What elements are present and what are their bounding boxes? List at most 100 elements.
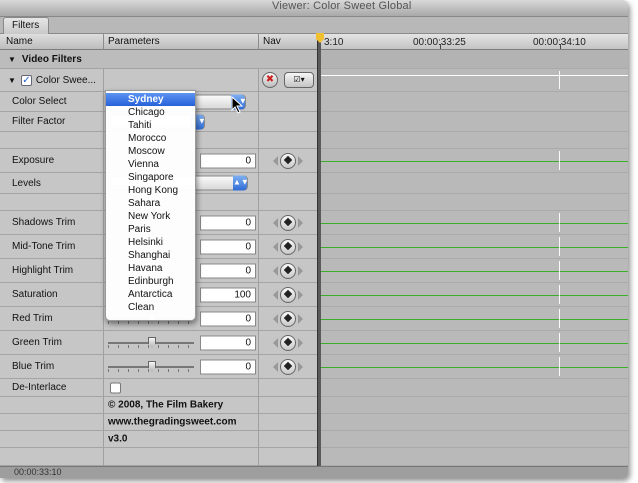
param-label: Red Trim [0,307,104,330]
menu-item-tahiti[interactable]: Tahiti [106,119,195,132]
timeline-track-midtone [320,235,628,259]
keyframe-button[interactable] [273,262,303,279]
timeline-track [320,194,628,211]
highlight-trim-value-field[interactable]: 0 [200,263,256,278]
menu-item-moscow[interactable]: Moscow [106,145,195,158]
green-trim-slider[interactable] [108,336,194,349]
keyframe-button[interactable] [273,334,303,351]
section-video-filters[interactable]: ▼ Video Filters [0,50,320,69]
menu-item-new-york[interactable]: New York [106,210,195,223]
reset-icon[interactable]: ✖ [262,72,278,88]
timeline-track-red [320,307,628,331]
filter-menu-icon[interactable]: ☑▾ [284,72,314,88]
prev-keyframe-icon[interactable] [273,155,278,166]
red-trim-value-field[interactable]: 0 [200,311,256,326]
menu-item-chicago[interactable]: Chicago [106,106,195,119]
ruler-tick [440,44,441,49]
keyframe-line [320,366,628,368]
menu-item-shanghai[interactable]: Shanghai [106,249,195,262]
menu-item-sahara[interactable]: Sahara [106,197,195,210]
next-keyframe-icon[interactable] [298,155,303,166]
param-label: Shadows Trim [0,211,104,234]
next-keyframe-icon[interactable] [298,241,303,252]
ruler-tick [560,44,561,49]
prev-keyframe-icon[interactable] [273,241,278,252]
next-keyframe-icon[interactable] [298,289,303,300]
timeline-track [320,173,628,194]
midtone-trim-value-field[interactable]: 0 [200,239,256,254]
timeline-track-blue [320,355,628,379]
timeline-track [320,112,628,132]
menu-item-clean[interactable]: Clean [106,301,195,314]
saturation-value-field[interactable]: 100 [200,287,256,302]
next-keyframe-icon[interactable] [298,361,303,372]
keyframe-button[interactable] [273,358,303,375]
column-header-name[interactable]: Name [0,34,104,50]
column-header-parameters[interactable]: Parameters [104,34,259,50]
next-keyframe-icon[interactable] [298,337,303,348]
next-keyframe-icon[interactable] [298,265,303,276]
keyframe-button[interactable] [273,286,303,303]
prev-keyframe-icon[interactable] [273,265,278,276]
timeline-tick-label: 3:10 [324,37,344,48]
shadows-trim-value-field[interactable]: 0 [200,215,256,230]
menu-item-sydney[interactable]: Sydney [106,93,195,106]
menu-item-morocco[interactable]: Morocco [106,132,195,145]
menu-item-havana[interactable]: Havana [106,262,195,275]
prev-keyframe-icon[interactable] [273,313,278,324]
timeline-ruler[interactable]: 3:10 00:00:33:25 00:00:34:10 [320,34,628,50]
copyright-text: © 2008, The Film Bakery [108,399,224,411]
timeline-track-section [320,50,628,69]
menu-item-helsinki[interactable]: Helsinki [106,236,195,249]
green-trim-value-field[interactable]: 0 [200,335,256,350]
timeline-track-exposure [320,149,628,173]
timeline-track-shadows [320,211,628,235]
keyframe-button[interactable] [273,152,303,169]
exposure-value-field[interactable]: 0 [200,153,256,168]
timeline-track [320,414,628,431]
param-label: Highlight Trim [0,259,104,282]
status-bar: 00:00:33:10 [0,466,628,478]
keyframe-line [320,222,628,224]
filter-row-color-sweet[interactable]: ▼ ✓ Color Swee... ✖ ☑▾ [0,69,320,92]
tab-filters[interactable]: Filters [3,17,49,34]
param-label: Exposure [0,149,104,172]
column-header-nav[interactable]: Nav [259,34,320,50]
footer-row-copyright: © 2008, The Film Bakery [0,397,320,414]
timeline-track [320,448,628,466]
blue-trim-slider[interactable] [108,360,194,373]
menu-item-vienna[interactable]: Vienna [106,158,195,171]
next-keyframe-icon[interactable] [298,217,303,228]
param-row-empty [0,448,320,466]
keyframe-button[interactable] [273,238,303,255]
keyframe-button[interactable] [273,310,303,327]
menu-item-hong-kong[interactable]: Hong Kong [106,184,195,197]
menu-item-edinburgh[interactable]: Edinburgh [106,275,195,288]
prev-keyframe-icon[interactable] [273,289,278,300]
prev-keyframe-icon[interactable] [273,337,278,348]
prev-keyframe-icon[interactable] [273,361,278,372]
playhead[interactable] [317,34,321,466]
timecode-readout[interactable]: 00:00:33:10 [14,467,62,477]
timeline-track [320,431,628,448]
footer-row-version: v3.0 [0,431,320,448]
menu-item-singapore[interactable]: Singapore [106,171,195,184]
prev-keyframe-icon[interactable] [273,217,278,228]
timeline-track-filter [320,69,628,92]
deinterlace-checkbox[interactable] [110,382,121,393]
disclosure-triangle-icon[interactable]: ▼ [8,55,16,64]
disclosure-triangle-icon[interactable]: ▼ [8,76,16,85]
keyframe-line [320,294,628,296]
color-select-dropdown-menu[interactable]: Sydney Chicago Tahiti Morocco Moscow Vie… [105,90,196,321]
param-label: Saturation [0,283,104,306]
title-bar[interactable]: Viewer: Color Sweet Global [0,0,628,17]
menu-item-antarctica[interactable]: Antarctica [106,288,195,301]
keyframe-line [320,342,628,344]
next-keyframe-icon[interactable] [298,313,303,324]
menu-item-paris[interactable]: Paris [106,223,195,236]
filter-name: Color Swee... [35,74,96,86]
param-row-green-trim: Green Trim 0 [0,331,320,355]
filter-enable-checkbox[interactable]: ✓ [20,74,32,86]
keyframe-button[interactable] [273,214,303,231]
blue-trim-value-field[interactable]: 0 [200,359,256,374]
